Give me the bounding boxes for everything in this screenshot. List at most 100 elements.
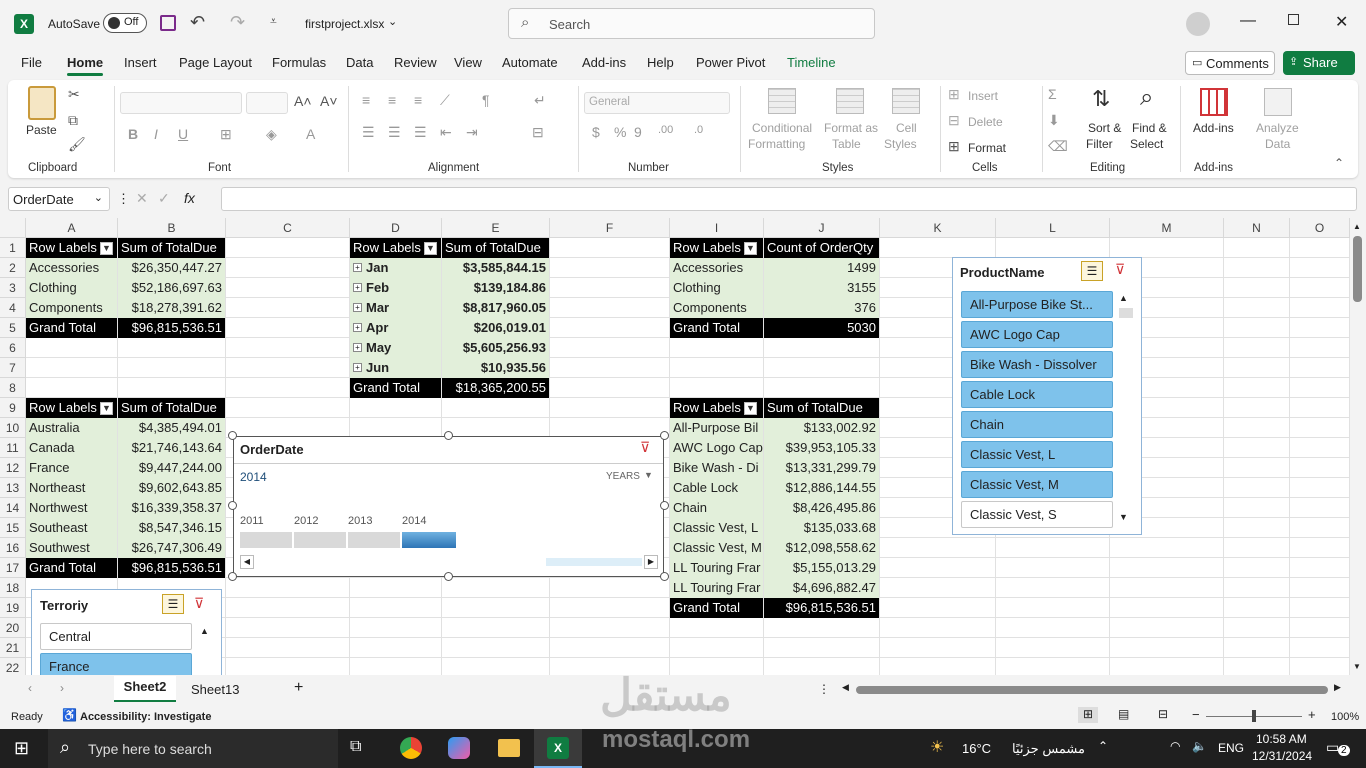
pivot-row-label[interactable]: Apr — [350, 318, 441, 338]
copy-icon[interactable]: ⧉ — [68, 112, 78, 129]
network-icon[interactable]: ◠ — [1170, 739, 1180, 753]
paste-label[interactable]: Paste — [26, 122, 57, 138]
pivot-row-label[interactable]: Australia — [26, 418, 117, 438]
insert-function-icon[interactable]: fx — [184, 190, 195, 206]
row-header[interactable]: 5 — [0, 318, 26, 338]
column-header-d[interactable]: D — [350, 218, 442, 238]
slicer-productname[interactable]: ProductName ☰ ⊽ All-Purpose Bike St... AW… — [952, 257, 1142, 535]
pivot-row-label[interactable]: Clothing — [670, 278, 763, 298]
timeline-bar-2012[interactable] — [294, 532, 346, 548]
italic-icon[interactable]: I — [154, 126, 158, 142]
menu-formulas[interactable]: Formulas — [272, 55, 326, 70]
scroll-left-icon[interactable]: ◀ — [240, 555, 254, 569]
expand-icon[interactable]: + — [353, 263, 362, 272]
pivot-row-value[interactable]: $133,002.92 — [764, 418, 879, 438]
filter-dropdown-icon[interactable]: ▼ — [99, 242, 113, 256]
slicer-item[interactable]: Chain — [961, 411, 1113, 438]
scroll-up-icon[interactable]: ▲ — [1119, 293, 1128, 303]
expand-icon[interactable]: + — [353, 283, 362, 292]
pivot-row-value[interactable]: $10,935.56 — [442, 358, 549, 378]
decrease-font-icon[interactable]: A˅ — [320, 93, 338, 109]
copilot-icon[interactable] — [448, 737, 470, 759]
paste-icon[interactable] — [28, 86, 56, 120]
menu-data[interactable]: Data — [346, 55, 373, 70]
clear-filter-icon[interactable]: ⊽ — [194, 595, 204, 612]
conditional-formatting-icon[interactable] — [768, 88, 796, 114]
cell-styles-label-2[interactable]: Styles — [884, 136, 917, 152]
pivot-row-value[interactable]: $18,278,391.62 — [118, 298, 225, 318]
pivot-row-label[interactable]: LL Touring Frar — [670, 578, 763, 598]
pivot-grand-total-label[interactable]: Grand Total — [26, 558, 117, 578]
pivot-row-value[interactable]: $8,547,346.15 — [118, 518, 225, 538]
menu-file[interactable]: File — [21, 55, 42, 70]
menu-help[interactable]: Help — [647, 55, 674, 70]
pivot-grand-total-value[interactable]: $96,815,536.51 — [764, 598, 879, 618]
slicer-scrollbar-thumb[interactable] — [1119, 308, 1133, 318]
format-as-table-icon[interactable] — [836, 88, 864, 114]
pivot-row-value[interactable]: $26,350,447.27 — [118, 258, 225, 278]
expand-icon[interactable]: + — [353, 303, 362, 312]
accessibility-status[interactable]: Accessibility: Investigate — [80, 711, 211, 723]
font-size-select[interactable] — [246, 92, 288, 114]
pivot-row-value[interactable]: $8,817,960.05 — [442, 298, 549, 318]
pivot-header-row-labels[interactable]: Row Labels ▼ — [350, 238, 441, 258]
pivot-row-value[interactable]: $26,747,306.49 — [118, 538, 225, 558]
sort-filter-label-2[interactable]: Filter — [1086, 136, 1113, 152]
autosave-toggle[interactable]: Off — [103, 13, 147, 33]
percent-icon[interactable]: % — [614, 124, 626, 140]
sheet-tab-sheet2[interactable]: Sheet2 — [114, 676, 176, 702]
align-bottom-icon[interactable]: ≡ — [414, 92, 422, 108]
timeline-bar-2011[interactable] — [240, 532, 292, 548]
sort-filter-icon[interactable]: ⇅ — [1092, 86, 1110, 112]
slicer-item[interactable]: Bike Wash - Dissolver — [961, 351, 1113, 378]
horizontal-scrollbar-thumb[interactable] — [856, 686, 1328, 694]
bold-icon[interactable]: B — [128, 126, 138, 142]
delete-cells-label[interactable]: Delete — [968, 114, 1003, 130]
more-icon[interactable]: ⋮ — [818, 682, 830, 696]
minimize-icon[interactable]: — — [1240, 12, 1256, 30]
pivot-row-value[interactable]: $52,186,697.63 — [118, 278, 225, 298]
pivot-row-value[interactable]: $135,033.68 — [764, 518, 879, 538]
row-header[interactable]: 19 — [0, 598, 26, 618]
filter-dropdown-icon[interactable]: ▼ — [743, 242, 757, 256]
zoom-out-icon[interactable]: − — [1192, 707, 1200, 722]
pivot-row-value[interactable]: $39,953,105.33 — [764, 438, 879, 458]
scroll-right-icon[interactable]: ▶ — [1334, 682, 1341, 693]
column-header-c[interactable]: C — [226, 218, 350, 238]
row-header[interactable]: 20 — [0, 618, 26, 638]
pivot-row-label[interactable]: Jun — [350, 358, 441, 378]
select-all-corner[interactable] — [0, 218, 26, 238]
restore-icon[interactable] — [1288, 14, 1299, 25]
scroll-right-icon[interactable]: ▶ — [644, 555, 658, 569]
menu-timeline[interactable]: Timeline — [787, 55, 836, 70]
menu-home[interactable]: Home — [67, 55, 104, 76]
clock-date[interactable]: 12/31/2024 — [1252, 749, 1312, 763]
pivot-row-label[interactable]: Southwest — [26, 538, 117, 558]
rtl-icon[interactable]: ¶ — [482, 92, 490, 108]
pivot-row-value[interactable]: $3,585,844.15 — [442, 258, 549, 278]
row-header[interactable]: 1 — [0, 238, 26, 258]
pivot-row-label[interactable]: May — [350, 338, 441, 358]
pivot-grand-total-value[interactable]: 5030 — [764, 318, 879, 338]
column-header-f[interactable]: F — [550, 218, 670, 238]
row-header[interactable]: 14 — [0, 498, 26, 518]
column-header-e[interactable]: E — [442, 218, 550, 238]
menu-page-layout[interactable]: Page Layout — [179, 55, 252, 70]
pivot-row-label[interactable]: All-Purpose Bil — [670, 418, 763, 438]
analyze-data-icon[interactable] — [1264, 88, 1292, 116]
pivot-row-value[interactable]: $4,696,882.47 — [764, 578, 879, 598]
column-header-m[interactable]: M — [1110, 218, 1224, 238]
pivot-header-row-labels[interactable]: Row Labels ▼ — [26, 238, 117, 258]
pivot-header-value[interactable]: Sum of TotalDue — [118, 398, 225, 418]
notifications-icon[interactable]: ▭ — [1326, 739, 1339, 756]
row-header[interactable]: 2 — [0, 258, 26, 278]
pivot-row-label[interactable]: Northwest — [26, 498, 117, 518]
previous-sheet-icon[interactable]: ‹ — [28, 681, 32, 695]
pivot-row-value[interactable]: 376 — [764, 298, 879, 318]
pivot-row-value[interactable]: 3155 — [764, 278, 879, 298]
conditional-formatting-label[interactable]: Conditional — [752, 120, 812, 136]
pivot-header-row-labels[interactable]: Row Labels ▼ — [26, 398, 117, 418]
comments-button[interactable]: ▭ Comments — [1185, 51, 1275, 75]
formula-input[interactable] — [221, 187, 1357, 211]
save-icon[interactable] — [160, 15, 176, 31]
